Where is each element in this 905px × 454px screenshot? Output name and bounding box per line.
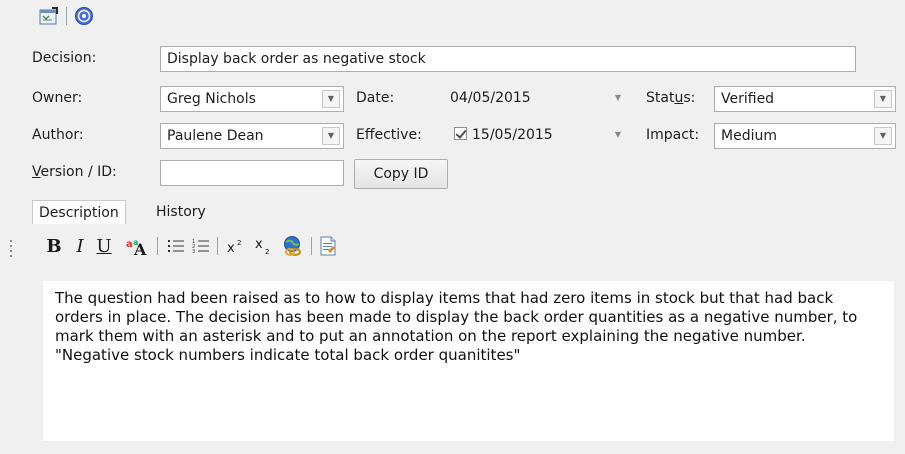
owner-label: Owner: [32, 90, 83, 106]
svg-text:2: 2 [265, 248, 269, 255]
effective-value: 15/05/2015 [472, 127, 553, 143]
toolbar-separator [311, 237, 312, 255]
numbered-list-button[interactable]: 1 2 3 [190, 233, 212, 259]
svg-text:A: A [133, 240, 147, 257]
help-button[interactable] [72, 4, 96, 28]
svg-text:3: 3 [192, 249, 195, 254]
chevron-down-icon[interactable]: ▼ [610, 127, 626, 143]
help-icon [75, 7, 93, 25]
chevron-down-icon[interactable]: ▼ [322, 127, 340, 145]
date-picker[interactable]: 04/05/2015 ▼ [444, 86, 630, 112]
chevron-down-icon[interactable]: ▼ [610, 90, 626, 106]
date-value: 04/05/2015 [450, 90, 531, 106]
owner-value: Greg Nichols [167, 91, 256, 107]
status-combo[interactable]: Verified ▼ [714, 86, 896, 112]
decision-field[interactable]: Display back order as negative stock [160, 46, 856, 72]
svg-text:2: 2 [237, 239, 241, 247]
toolbar-separator [157, 237, 158, 255]
tab-history[interactable]: History [150, 200, 212, 224]
font-color-icon: a a A [126, 238, 147, 257]
hyperlink-button[interactable] [280, 233, 306, 259]
bullet-list-icon [168, 240, 184, 252]
toolbar-separator [217, 237, 218, 255]
impact-value: Medium [721, 128, 777, 144]
effective-checkbox[interactable] [454, 126, 467, 140]
version-id-field[interactable] [160, 160, 344, 186]
font-color-button[interactable]: a a A [124, 233, 152, 259]
italic-button[interactable]: I [70, 233, 90, 259]
author-label: Author: [32, 127, 84, 143]
impact-combo[interactable]: Medium ▼ [714, 123, 896, 149]
svg-text:a: a [126, 239, 133, 250]
top-toolbar [0, 0, 905, 34]
status-label: Status: [646, 90, 696, 106]
subscript-icon: x 2 [255, 237, 269, 255]
owner-combo[interactable]: Greg Nichols ▼ [160, 86, 344, 112]
superscript-button[interactable]: x 2 [224, 233, 248, 259]
chevron-down-icon[interactable]: ▼ [874, 90, 892, 108]
properties-button[interactable] [38, 4, 62, 28]
underline-button[interactable]: U [94, 233, 114, 259]
toolbar-grip[interactable] [10, 240, 14, 264]
description-text-area[interactable]: The question had been raised as to how t… [43, 281, 894, 441]
hyperlink-icon [284, 236, 301, 256]
document-icon [320, 236, 336, 256]
impact-label: Impact: [646, 127, 700, 143]
bullet-list-button[interactable] [165, 233, 187, 259]
tab-description[interactable]: Description [32, 200, 126, 224]
author-combo[interactable]: Paulene Dean ▼ [160, 123, 344, 149]
date-label: Date: [356, 90, 395, 106]
chevron-down-icon[interactable]: ▼ [874, 127, 892, 145]
effective-date-picker[interactable]: 15/05/2015 ▼ [444, 123, 630, 149]
effective-label: Effective: [356, 127, 422, 143]
copy-id-button[interactable]: Copy ID [354, 159, 448, 189]
svg-text:x: x [255, 237, 263, 252]
document-button[interactable] [316, 233, 340, 259]
superscript-icon: x 2 [227, 239, 241, 255]
author-value: Paulene Dean [167, 128, 264, 144]
version-id-label: Version / ID: [32, 164, 117, 180]
svg-text:x: x [227, 241, 235, 255]
numbered-list-icon: 1 2 3 [192, 239, 209, 254]
chevron-down-icon[interactable]: ▼ [322, 90, 340, 108]
toolbar-separator [66, 7, 67, 25]
decision-label: Decision: [32, 50, 97, 66]
status-value: Verified [721, 91, 775, 107]
subscript-button[interactable]: x 2 [252, 233, 276, 259]
bold-button[interactable]: B [44, 233, 64, 259]
properties-icon [39, 7, 58, 25]
